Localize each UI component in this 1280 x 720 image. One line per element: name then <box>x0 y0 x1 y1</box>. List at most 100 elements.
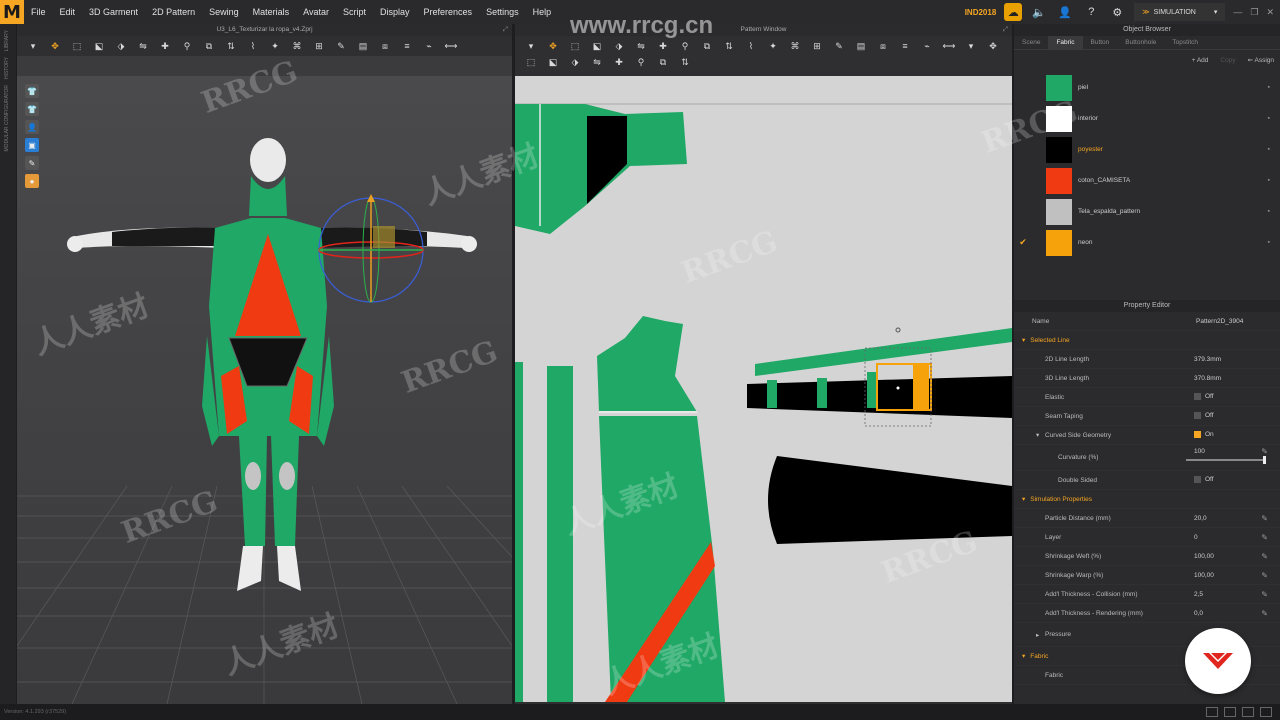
paint-icon[interactable]: ✎ <box>331 39 351 53</box>
property-value[interactable]: 100,00 <box>1194 553 1214 560</box>
pattern-front-upper[interactable] <box>597 316 697 412</box>
2d-viewport[interactable] <box>515 76 1012 702</box>
fabric-swatch[interactable] <box>1046 136 1072 163</box>
graphic-2d-icon[interactable]: ⇋ <box>587 55 607 69</box>
arrow-down-icon[interactable]: ▾ <box>23 39 43 53</box>
tab-button[interactable]: Button <box>1083 36 1118 49</box>
strength-icon[interactable]: ⇅ <box>221 39 241 53</box>
fabric-grain-icon[interactable]: ⬕ <box>543 55 563 69</box>
box-select-icon[interactable]: ⬚ <box>67 39 87 53</box>
buttonhole-icon[interactable]: ⚲ <box>631 55 651 69</box>
pin-icon[interactable]: ⚲ <box>177 39 197 53</box>
fabric-options-icon[interactable]: ▪ <box>1268 177 1270 184</box>
property-value[interactable]: 20,0 <box>1194 515 1207 522</box>
maximize-icon[interactable]: ⤢ <box>1003 24 1008 36</box>
property-value[interactable]: 100,00 <box>1194 572 1214 579</box>
simulation-properties-section[interactable]: ▾ Simulation Properties <box>1014 490 1280 509</box>
pin-icon[interactable]: ✎ <box>1261 609 1268 618</box>
piping-icon[interactable]: ⇅ <box>675 55 695 69</box>
simulation-mode-select[interactable]: ≫ SIMULATION ▾ <box>1134 3 1226 21</box>
texture-view-icon[interactable]: ▣ <box>25 138 39 152</box>
property-checkbox[interactable] <box>1194 393 1201 401</box>
garment-view-icon[interactable]: 👕 <box>25 84 39 98</box>
curvature-value[interactable]: 100 <box>1194 448 1205 455</box>
polygon-icon[interactable]: ⇋ <box>631 39 651 53</box>
pin-icon[interactable]: ✎ <box>1261 552 1268 561</box>
elastic-icon[interactable]: ⬚ <box>521 55 541 69</box>
internal-rectangle-icon[interactable]: ⇅ <box>719 39 739 53</box>
help-icon[interactable]: ? <box>1082 3 1100 21</box>
avatar-view-icon[interactable]: 👤 <box>25 120 39 134</box>
name-value[interactable]: Pattern2D_3904 <box>1196 318 1243 325</box>
library-tab[interactable]: LIBRARY <box>4 30 10 51</box>
fabric-options-icon[interactable]: ▪ <box>1268 115 1270 122</box>
transform-icon[interactable]: ⬕ <box>89 39 109 53</box>
pin-icon[interactable]: ✎ <box>1261 447 1268 456</box>
fabric-swatch[interactable] <box>1046 105 1072 132</box>
minimize-button[interactable]: — <box>1233 7 1242 17</box>
tack-icon[interactable]: ✚ <box>155 39 175 53</box>
menu-settings[interactable]: Settings <box>479 7 526 17</box>
menu-edit[interactable]: Edit <box>53 7 83 17</box>
seam-line-icon[interactable]: ✎ <box>829 39 849 53</box>
pin-icon[interactable]: ✎ <box>1261 590 1268 599</box>
pattern-strip-left[interactable] <box>515 362 523 702</box>
fold-pattern-icon[interactable]: ▤ <box>851 39 871 53</box>
fabric-swatch[interactable] <box>1046 229 1072 256</box>
restore-button[interactable]: ❐ <box>1250 7 1258 18</box>
fabric-item[interactable]: poyester ▪ <box>1014 134 1280 165</box>
segment-sewing-icon[interactable]: ⌁ <box>917 39 937 53</box>
internal-circle-icon[interactable]: ⌇ <box>741 39 761 53</box>
dart-icon[interactable]: ✦ <box>763 39 783 53</box>
pattern-black-sleeve[interactable] <box>768 456 1012 544</box>
pin-box-icon[interactable]: ⧉ <box>199 39 219 53</box>
wrap-icon[interactable]: ⌘ <box>287 39 307 53</box>
speaker-icon[interactable]: 🔈 <box>1030 3 1048 21</box>
history-tab[interactable]: HISTORY <box>4 57 10 79</box>
tab-buttonhole[interactable]: Buttonhole <box>1117 36 1164 49</box>
layout-icon[interactable] <box>1224 707 1236 717</box>
modular-configurator-tab[interactable]: MODULAR CONFIGURATOR <box>4 85 10 151</box>
menu-file[interactable]: File <box>24 7 53 17</box>
menu-sewing[interactable]: Sewing <box>202 7 246 17</box>
pattern-black-insert[interactable] <box>587 116 627 204</box>
add-point-icon[interactable]: ⬕ <box>587 39 607 53</box>
camera-icon[interactable]: ● <box>25 174 39 188</box>
add-fabric-button[interactable]: + Add <box>1192 57 1209 64</box>
cloud-icon[interactable]: ☁ <box>1004 3 1023 21</box>
layout-icon[interactable] <box>1260 707 1272 717</box>
pattern-neon-band[interactable] <box>913 364 929 410</box>
fabric-item[interactable]: Tela_espalda_pattern ▪ <box>1014 196 1280 227</box>
pin-icon[interactable]: ✎ <box>1261 533 1268 542</box>
tab-scene[interactable]: Scene <box>1014 36 1048 49</box>
tab-fabric[interactable]: Fabric <box>1048 36 1083 49</box>
curvature-slider[interactable] <box>1186 456 1266 464</box>
zipper-icon[interactable]: ≡ <box>397 39 417 53</box>
notch-icon[interactable]: ⊞ <box>807 39 827 53</box>
pin-icon[interactable]: ✎ <box>1261 514 1268 523</box>
fabric-item[interactable]: ✔ neon ▪ <box>1014 227 1280 258</box>
menu-3d-garment[interactable]: 3D Garment <box>82 7 145 17</box>
copy-fabric-button[interactable]: Copy <box>1220 57 1235 64</box>
puckering-icon[interactable]: ⌁ <box>419 39 439 53</box>
layout-icon[interactable] <box>1242 707 1254 717</box>
fabric-options-icon[interactable]: ▪ <box>1268 239 1270 246</box>
free-sewing-icon[interactable]: ⟷ <box>939 39 959 53</box>
3d-scene[interactable] <box>17 76 512 704</box>
pattern-canvas[interactable] <box>515 76 1012 702</box>
fabric-swatch[interactable] <box>1046 74 1072 101</box>
circle-icon[interactable]: ⚲ <box>675 39 695 53</box>
rotate-handle[interactable] <box>895 327 901 333</box>
pattern-sleeve-black[interactable] <box>747 376 1012 418</box>
texture-2d-icon[interactable]: ⬗ <box>565 55 585 69</box>
edit-texture-icon[interactable]: ✎ <box>25 156 39 170</box>
selected-line-section[interactable]: ▾ Selected Line <box>1014 331 1280 350</box>
fabric-options-icon[interactable]: ▪ <box>1268 84 1270 91</box>
move-icon[interactable]: ✥ <box>45 39 65 53</box>
fit-icon[interactable]: ⊞ <box>309 39 329 53</box>
property-value[interactable]: 2,5 <box>1194 591 1203 598</box>
menu-materials[interactable]: Materials <box>246 7 297 17</box>
edit-curvature-icon[interactable]: ⬗ <box>609 39 629 53</box>
tack-pattern-icon[interactable]: ▾ <box>961 39 981 53</box>
slider-knob[interactable] <box>1263 456 1266 464</box>
